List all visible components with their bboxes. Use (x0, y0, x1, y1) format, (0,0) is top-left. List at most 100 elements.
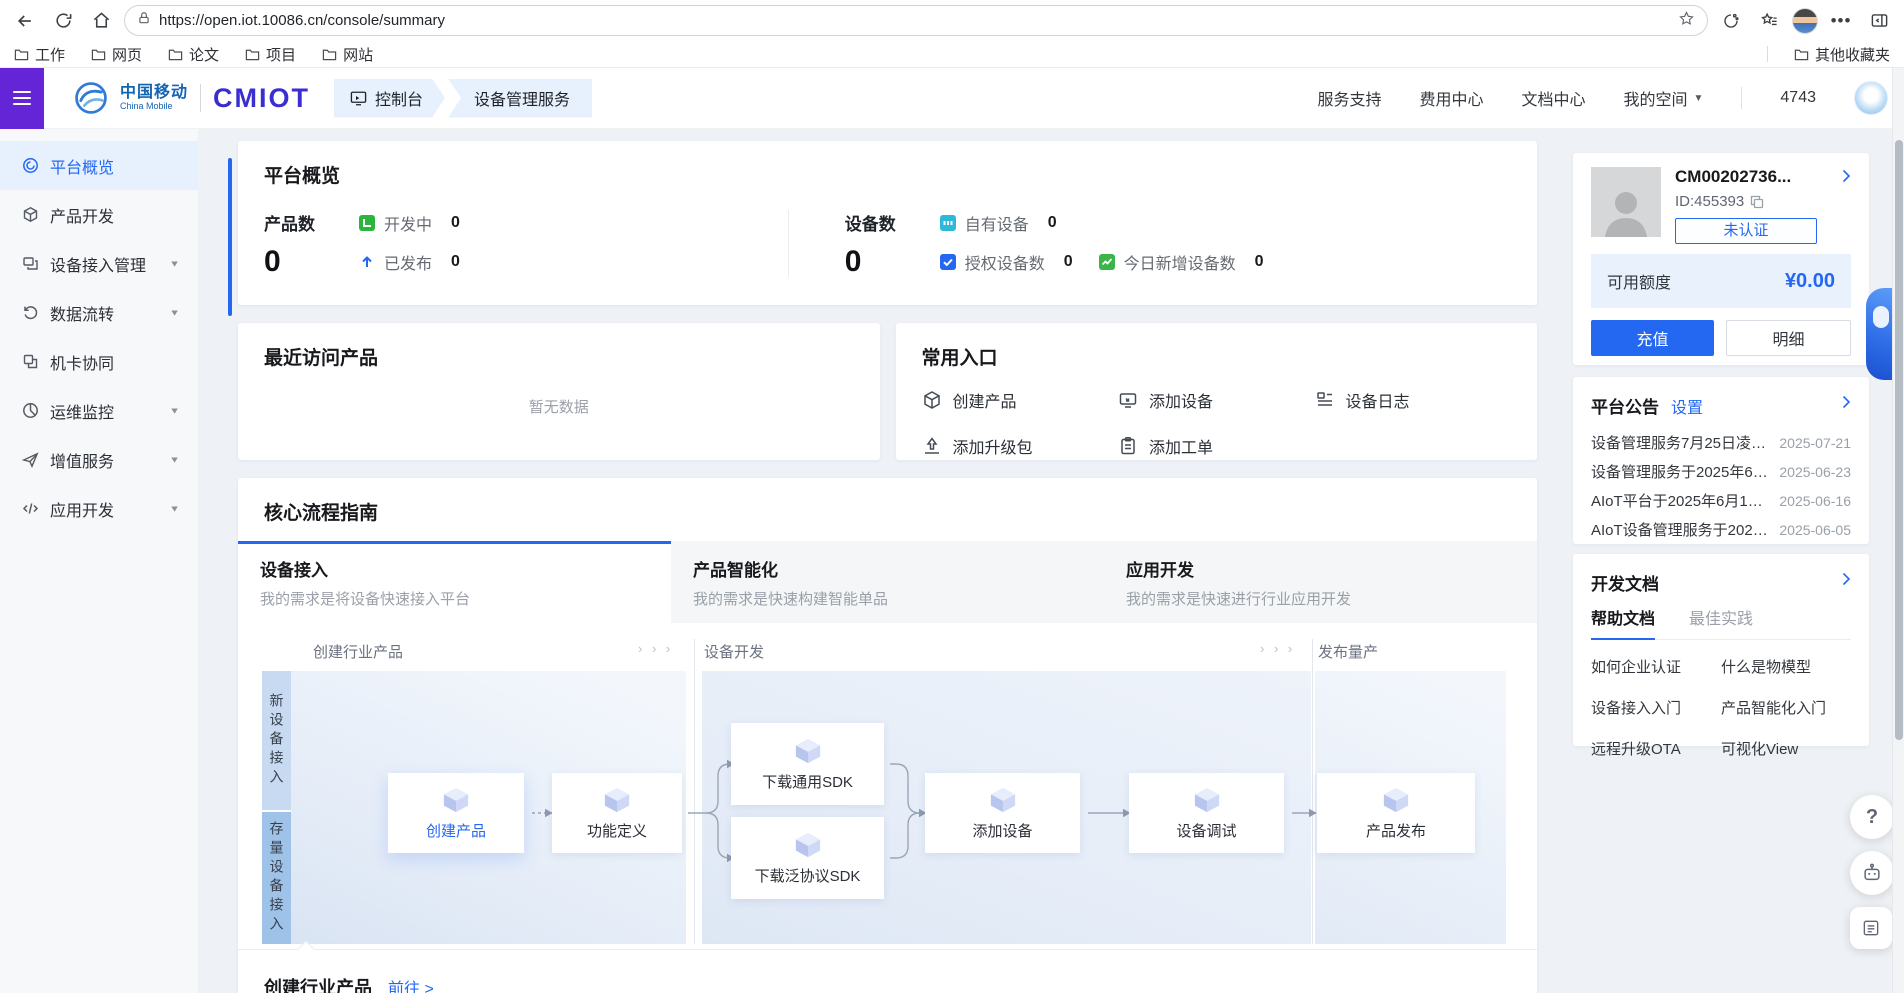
announcement-item[interactable]: 设备管理服务7月25日凌晨升级通知 2025-07-21 (1591, 428, 1851, 457)
sidebar-item-platform-overview[interactable]: 平台概览 (0, 141, 198, 190)
help-button[interactable]: ? (1850, 795, 1894, 839)
logo-cn: 中国移动 (120, 84, 188, 102)
sidebar-toggle-icon[interactable] (1864, 6, 1894, 36)
nav-docs-center[interactable]: 文档中心 (1521, 86, 1585, 110)
unverified-badge[interactable]: 未认证 (1675, 218, 1817, 244)
product-icon (22, 206, 39, 223)
chevron-right-icon[interactable] (1842, 169, 1851, 183)
step-label: 下载通用SDK (762, 771, 853, 792)
bookmark-folder[interactable]: 工作 (14, 44, 65, 65)
announcement-date: 2025-07-21 (1779, 435, 1851, 451)
bookmark-folder[interactable]: 论文 (168, 44, 219, 65)
nav-service-support[interactable]: 服务支持 (1317, 86, 1381, 110)
bookmark-folder[interactable]: 项目 (245, 44, 296, 65)
other-bookmarks[interactable]: 其他收藏夹 (1794, 44, 1890, 65)
recent-products-card: 最近访问产品 暂无数据 (238, 323, 880, 460)
header-nav: 服务支持 费用中心 文档中心 我的空间▼ 4743 (1317, 81, 1904, 115)
announcement-date: 2025-06-23 (1779, 464, 1851, 480)
shortcut-add-device[interactable]: 添加设备 (1118, 388, 1315, 412)
bookmark-folder[interactable]: 网页 (91, 44, 142, 65)
recharge-button[interactable]: 充值 (1591, 320, 1714, 356)
announcement-item[interactable]: AIoT平台于2025年6月19日晚升级通知 2025-06-16 (1591, 486, 1851, 515)
scrollbar-thumb[interactable] (1895, 140, 1903, 740)
device-count-label: 设备数 (845, 210, 896, 235)
credits-count[interactable]: 4743 (1780, 89, 1816, 107)
more-menu-icon[interactable]: ••• (1826, 6, 1856, 36)
flow-step-download-protocol-sdk[interactable]: 下载泛协议SDK (731, 817, 884, 899)
console-tab-label: 控制台 (375, 86, 423, 110)
go-to-link[interactable]: 前往 > (388, 975, 434, 993)
flow-step-create-product[interactable]: 创建产品 (388, 773, 524, 853)
flow-diagram: 创建行业产品 › › › 设备开发 › › › 发布量产 新设备接入 (238, 639, 1537, 949)
service-tab-label: 设备管理服务 (474, 86, 570, 110)
announcement-text: 设备管理服务7月25日凌晨升级通知 (1591, 432, 1769, 453)
doc-link[interactable]: 产品智能化入门 (1721, 697, 1851, 718)
announcement-settings-link[interactable]: 设置 (1671, 394, 1703, 418)
sidebar-item-data-flow[interactable]: 数据流转 ▼ (0, 288, 198, 337)
shortcut-create-product[interactable]: 创建产品 (922, 388, 1119, 412)
published-stat: 已发布0 (359, 250, 788, 274)
flow-step-product-publish[interactable]: 产品发布 (1317, 773, 1475, 853)
content-scrollbar-thumb[interactable] (228, 158, 232, 316)
docs-tab-best-practice[interactable]: 最佳实践 (1689, 605, 1753, 639)
chevron-down-icon: ▼ (169, 308, 180, 318)
flow-step-add-device[interactable]: 添加设备 (925, 773, 1080, 853)
tab-device-management-service[interactable]: 设备管理服务 (448, 79, 592, 118)
doc-link[interactable]: 远程升级OTA (1591, 738, 1721, 759)
announcement-item[interactable]: 设备管理服务于2025年6月26日晚升... 2025-06-23 (1591, 457, 1851, 486)
nav-billing-center[interactable]: 费用中心 (1419, 86, 1483, 110)
guide-tab-product-intelligence[interactable]: 产品智能化 我的需求是快速构建智能单品 (671, 541, 1104, 623)
chevron-right-icon[interactable] (1842, 395, 1851, 409)
home-icon[interactable] (86, 6, 116, 36)
sidebar-item-ops-monitoring[interactable]: 运维监控 ▼ (0, 386, 198, 435)
hamburger-icon (13, 87, 31, 109)
sidebar-item-product-development[interactable]: 产品开发 (0, 190, 198, 239)
user-avatar[interactable] (1854, 81, 1888, 115)
shortcut-device-log[interactable]: 设备日志 (1315, 388, 1512, 412)
robot-icon (1861, 862, 1883, 884)
doc-link[interactable]: 设备接入入门 (1591, 697, 1721, 718)
bookmark-folder[interactable]: 网站 (322, 44, 373, 65)
flow-step-device-debug[interactable]: 设备调试 (1129, 773, 1284, 853)
assistant-button[interactable] (1850, 851, 1894, 895)
account-avatar (1591, 167, 1661, 237)
sidebar-item-sim-collaboration[interactable]: 机卡协同 (0, 337, 198, 386)
sidebar-item-device-access[interactable]: 设备接入管理 ▼ (0, 239, 198, 288)
menu-button[interactable] (0, 68, 44, 129)
doc-link[interactable]: 可视化View (1721, 738, 1851, 759)
cube-icon (987, 786, 1019, 814)
extension-icon[interactable] (1716, 6, 1746, 36)
chevron-down-icon: ▼ (169, 259, 180, 269)
announcement-item[interactable]: AIoT设备管理服务于2025年6月5日... 2025-06-05 (1591, 515, 1851, 544)
bookmark-star-icon[interactable] (1678, 10, 1695, 32)
step-label: 创建产品 (426, 820, 486, 841)
guide-tab-device-access[interactable]: 设备接入 我的需求是将设备快速接入平台 (238, 541, 671, 623)
guide-tab-app-development[interactable]: 应用开发 我的需求是快速进行行业应用开发 (1104, 541, 1537, 623)
page-scrollbar[interactable] (1892, 68, 1904, 993)
feedback-button[interactable] (1850, 907, 1892, 949)
guide-footer: 创建行业产品 前往 > 这是设备接入的第一步，产品为同种设备类型，产品下的设备拥… (238, 949, 1537, 993)
shortcut-add-work-order[interactable]: 添加工单 (1118, 434, 1315, 458)
browser-avatar[interactable] (1792, 8, 1818, 34)
account-id: ID:455393 (1675, 193, 1744, 210)
address-bar[interactable]: https://open.iot.10086.cn/console/summar… (124, 5, 1708, 36)
docs-tab-help[interactable]: 帮助文档 (1591, 605, 1655, 640)
reload-icon[interactable] (48, 6, 78, 36)
doc-link[interactable]: 什么是物模型 (1721, 656, 1851, 677)
doc-link[interactable]: 如何企业认证 (1591, 656, 1721, 677)
copy-icon[interactable] (1750, 195, 1764, 209)
sidebar-item-value-added-services[interactable]: 增值服务 ▼ (0, 435, 198, 484)
sidebar-item-app-development[interactable]: 应用开发 ▼ (0, 484, 198, 533)
nav-my-space[interactable]: 我的空间▼ (1623, 86, 1703, 110)
back-icon[interactable] (10, 6, 40, 36)
chevron-right-icon[interactable] (1842, 572, 1851, 586)
authorized-device-stat: 授权设备数0 (940, 250, 1073, 274)
flow-step-download-generic-sdk[interactable]: 下载通用SDK (731, 723, 884, 805)
tab-console[interactable]: 控制台 (334, 79, 445, 118)
favorites-bar-icon[interactable] (1754, 6, 1784, 36)
shortcut-add-upgrade-package[interactable]: 添加升级包 (922, 434, 1119, 458)
detail-button[interactable]: 明细 (1726, 320, 1851, 356)
sidebar-item-label: 产品开发 (50, 203, 114, 227)
url-text[interactable]: https://open.iot.10086.cn/console/summar… (159, 12, 445, 29)
flow-step-function-definition[interactable]: 功能定义 (552, 773, 682, 853)
